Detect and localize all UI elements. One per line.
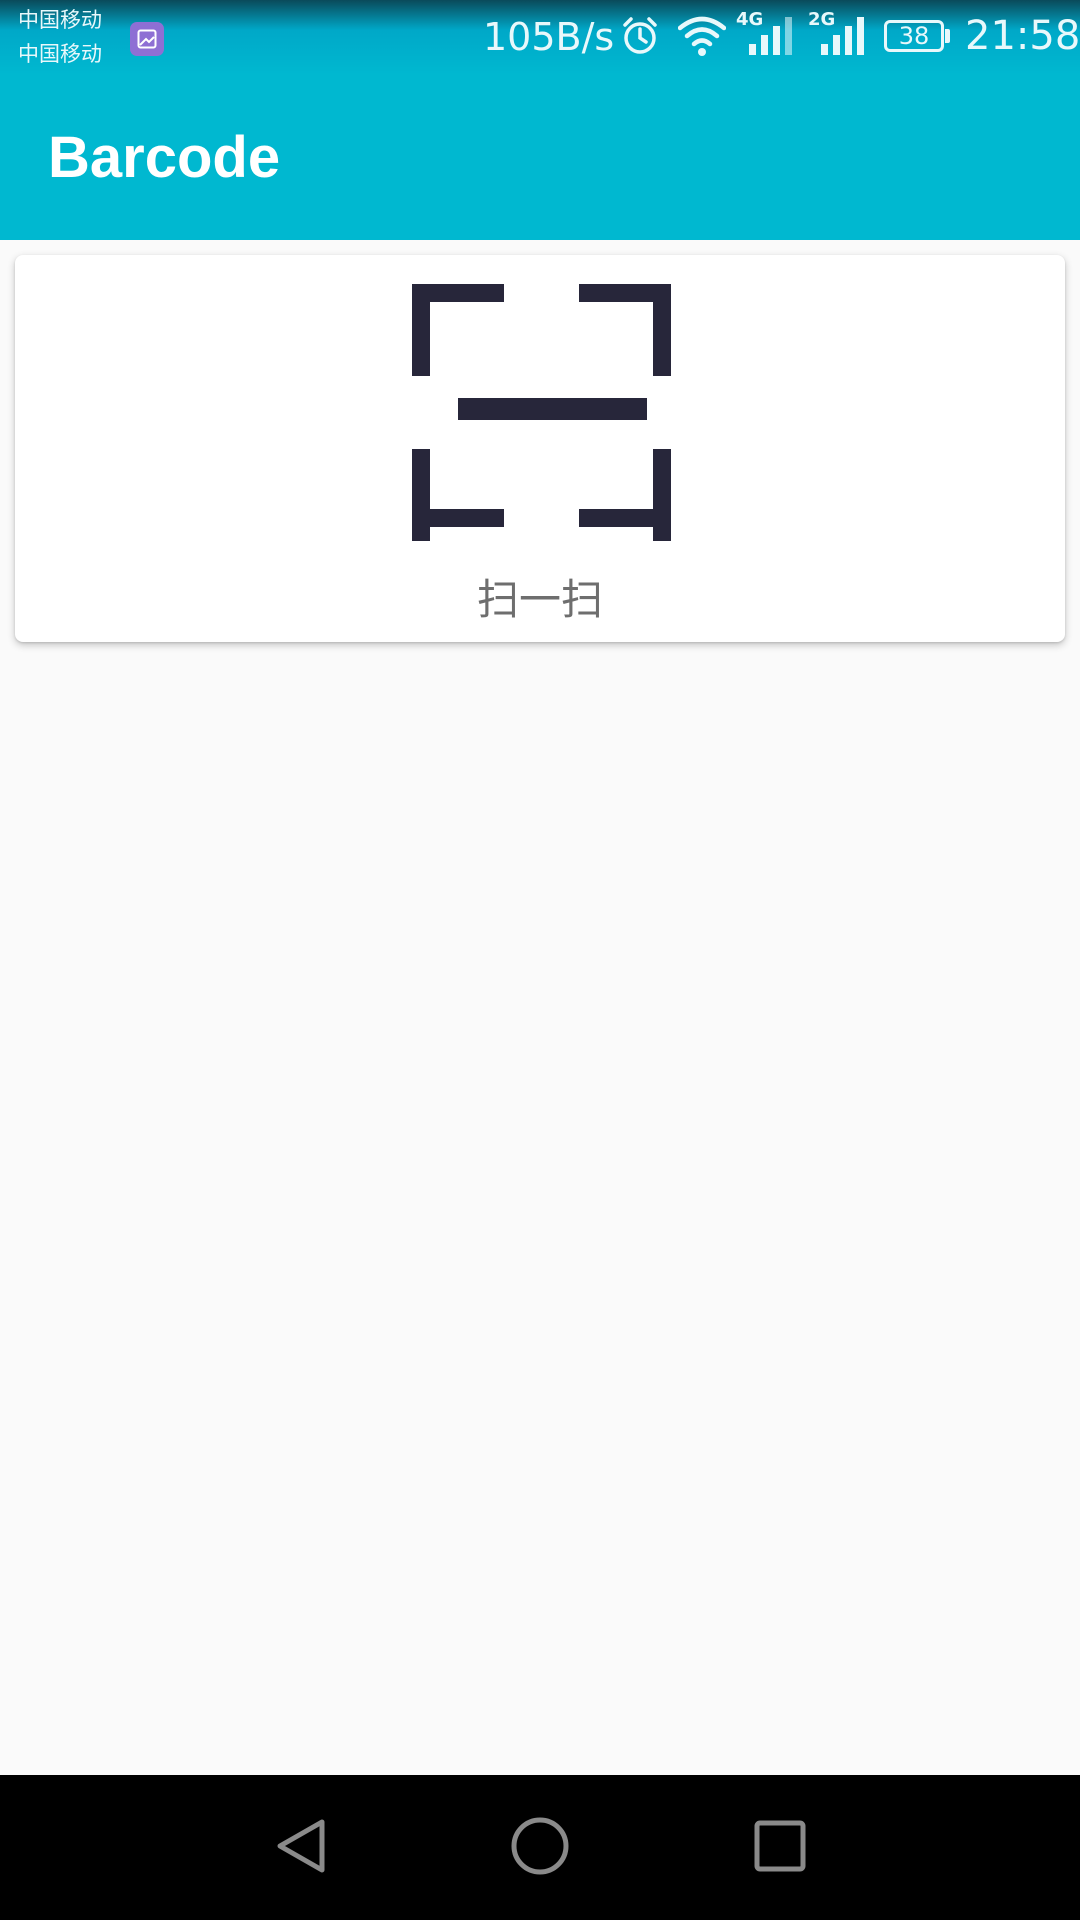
recent-apps-icon [752,1818,808,1878]
signal-2g-icon [805,8,867,62]
app-bar: Barcode [0,75,1080,240]
image-notification-icon [130,22,164,56]
battery-tip [945,29,950,43]
status-time: 21:58 [965,13,1080,59]
back-button[interactable] [240,1775,360,1920]
battery-icon: 38 [884,20,944,52]
home-icon [509,1815,571,1881]
scan-icon [397,269,686,545]
battery-level: 38 [898,22,930,50]
network-speed: 105B/s [483,15,615,59]
scan-button[interactable]: 扫一扫 [15,255,1065,642]
wifi-icon [677,14,727,62]
back-icon [272,1816,328,1880]
navigation-bar [0,1775,1080,1920]
recent-apps-button[interactable] [720,1775,840,1920]
page-title: Barcode [48,125,281,190]
home-button[interactable] [480,1775,600,1920]
status-bar: 中国移动 中国移动 105B/s 4G 2G 38 21:58 [0,0,1080,75]
carrier-name-2: 中国移动 [18,42,102,66]
alarm-icon [620,16,660,60]
scan-label: 扫一扫 [476,575,603,624]
carrier-name-1: 中国移动 [18,8,102,32]
signal-4g-icon [733,8,795,62]
